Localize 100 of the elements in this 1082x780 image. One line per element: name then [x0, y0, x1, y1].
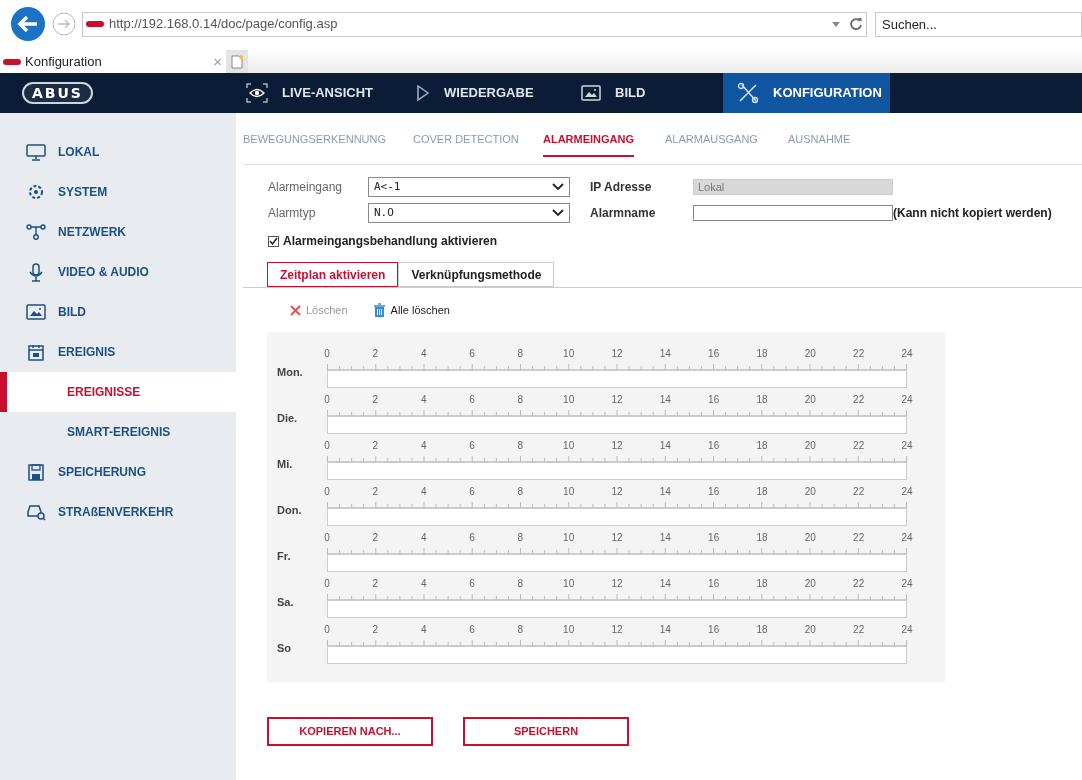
- sidebar-item[interactable]: SYSTEM: [0, 172, 236, 212]
- text-field[interactable]: [693, 205, 893, 221]
- hour-label: 20: [804, 439, 816, 453]
- hour-label: 22: [853, 347, 865, 361]
- hour-label: 20: [804, 577, 816, 591]
- hour-label: 18: [756, 531, 768, 545]
- schedule-bar[interactable]: [327, 508, 907, 526]
- select-field[interactable]: N.O: [368, 203, 570, 223]
- field-label: Alarmtyp: [268, 205, 317, 222]
- schedule-bar[interactable]: [327, 462, 907, 480]
- hour-label: 22: [853, 577, 865, 591]
- sidebar-item[interactable]: SMART-EREIGNIS: [0, 412, 236, 452]
- action-button[interactable]: KOPIEREN NACH...: [267, 717, 433, 746]
- sidebar-item[interactable]: NETZWERK: [0, 212, 236, 252]
- forward-icon: [52, 12, 76, 36]
- nav-tab[interactable]: BILD: [571, 73, 723, 113]
- sidebar-item[interactable]: LOKAL: [0, 132, 236, 172]
- checkbox[interactable]: [268, 235, 279, 247]
- car-search-icon: [26, 503, 46, 521]
- sidebar-item[interactable]: EREIGNIS: [0, 332, 236, 372]
- hour-label: 10: [563, 485, 575, 499]
- toolbar-button[interactable]: Alle löschen: [372, 301, 450, 319]
- hour-label: 4: [420, 531, 427, 545]
- close-icon: [290, 304, 301, 316]
- hour-label: 18: [756, 393, 768, 407]
- hour-label: 10: [563, 439, 575, 453]
- hour-label: 2: [372, 439, 379, 453]
- hour-label: 16: [708, 623, 720, 637]
- schedule-bar[interactable]: [327, 646, 907, 664]
- schedule-tab[interactable]: Zeitplan aktivieren: [267, 262, 399, 287]
- hour-label: 10: [563, 531, 575, 545]
- browser-tab[interactable]: Konfiguration ×: [0, 50, 226, 73]
- schedule-bar[interactable]: [327, 370, 907, 388]
- hour-label: 12: [611, 393, 623, 407]
- hour-label: 10: [563, 393, 575, 407]
- back-icon: [10, 6, 46, 42]
- hour-label: 20: [804, 347, 816, 361]
- monitor-icon: [26, 143, 46, 161]
- schedule-bar[interactable]: [327, 416, 907, 434]
- sidebar-item-label: NETZWERK: [58, 224, 126, 241]
- hour-label: 24: [901, 347, 913, 361]
- play-icon: [416, 84, 430, 102]
- hour-label: 24: [901, 577, 913, 591]
- schedule-bar[interactable]: [327, 600, 907, 618]
- nav-tab[interactable]: KONFIGURATION: [723, 73, 890, 113]
- sidebar-item-label: STRAßENVERKEHR: [58, 504, 174, 521]
- hour-label: 16: [708, 393, 720, 407]
- hour-label: 0: [324, 485, 330, 499]
- hour-label: 10: [563, 347, 575, 361]
- hour-label: 20: [804, 393, 816, 407]
- hour-label: 8: [517, 485, 524, 499]
- action-button[interactable]: SPEICHERN: [463, 717, 629, 746]
- nav-tab[interactable]: WIEDERGABE: [406, 73, 571, 113]
- hour-label: 16: [708, 485, 720, 499]
- hour-label: 2: [372, 393, 379, 407]
- sidebar-item[interactable]: BILD: [0, 292, 236, 332]
- tools-icon: [737, 82, 759, 104]
- hour-label: 24: [901, 485, 913, 499]
- hour-label: 0: [324, 531, 330, 545]
- image-icon: [581, 85, 601, 101]
- hour-label: 10: [563, 577, 575, 591]
- sidebar-item[interactable]: STRAßENVERKEHR: [0, 492, 236, 532]
- nav-tab-label: WIEDERGABE: [444, 84, 534, 103]
- sidebar-item[interactable]: SPEICHERUNG: [0, 452, 236, 492]
- hour-label: 8: [517, 393, 524, 407]
- hour-label: 14: [659, 623, 671, 637]
- field-label: Alarmeingang: [268, 179, 344, 196]
- sidebar-item[interactable]: VIDEO & AUDIO: [0, 252, 236, 292]
- eye-icon: [246, 83, 268, 103]
- hour-label: 2: [372, 577, 379, 591]
- hour-label: 20: [804, 485, 816, 499]
- hour-label: 24: [901, 531, 913, 545]
- search-field[interactable]: Suchen...: [875, 11, 1082, 37]
- hour-label: 24: [901, 393, 913, 407]
- nav-tab-label: LIVE-ANSICHT: [282, 84, 373, 103]
- hour-label: 12: [611, 347, 623, 361]
- hour-label: 8: [517, 577, 524, 591]
- hour-label: 6: [469, 439, 475, 453]
- hour-label: 2: [372, 623, 379, 637]
- microphone-icon: [29, 262, 43, 282]
- schedule-tab[interactable]: Verknüpfungsmethode: [398, 262, 555, 287]
- hour-label: 18: [756, 347, 768, 361]
- hour-label: 12: [611, 623, 623, 637]
- hour-label: 4: [420, 623, 427, 637]
- nav-tab[interactable]: LIVE-ANSICHT: [236, 73, 406, 113]
- hour-label: 2: [372, 531, 379, 545]
- hour-label: 6: [469, 531, 475, 545]
- sidebar-item-label: EREIGNISSE: [67, 384, 141, 401]
- hour-label: 0: [324, 393, 330, 407]
- hour-label: 16: [708, 531, 720, 545]
- sidebar-item[interactable]: EREIGNISSE: [0, 372, 236, 412]
- image-icon: [26, 304, 46, 320]
- address-bar[interactable]: http://192.168.0.14/doc/page/config.asp: [82, 11, 867, 37]
- hour-label: 22: [853, 531, 865, 545]
- sub-tab[interactable]: ALARMEINGANG: [543, 131, 665, 164]
- new-tab-button[interactable]: [226, 50, 248, 73]
- select-field[interactable]: A<-1: [368, 177, 570, 197]
- schedule-bar[interactable]: [327, 554, 907, 572]
- hour-label: 8: [517, 531, 524, 545]
- select-value: N.O: [374, 204, 394, 221]
